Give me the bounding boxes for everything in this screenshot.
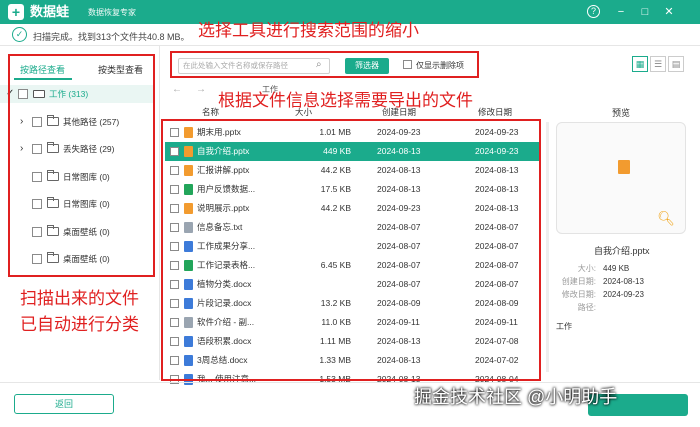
detail-view-icon[interactable]: ▤ — [668, 56, 684, 72]
meta-value: 2024-08-13 — [603, 277, 644, 286]
back-button[interactable]: 返回 — [14, 394, 114, 414]
annotation-left-note-2: 已自动进行分类 — [20, 315, 139, 334]
close-button[interactable]: ✕ — [660, 3, 678, 21]
list-view-icon[interactable]: ☰ — [650, 56, 666, 72]
zoom-icon[interactable]: 🔍︎ — [657, 210, 675, 227]
help-icon[interactable]: ? — [587, 5, 600, 18]
meta-value: 449 KB — [603, 264, 630, 273]
meta-key: 修改日期: — [561, 290, 596, 299]
column-modified[interactable]: 修改日期 — [478, 106, 512, 118]
preview-path-value: 工作 — [556, 322, 572, 331]
annotation-box-list — [161, 119, 541, 381]
check-circle-icon: ✓ — [12, 27, 27, 42]
preview-meta-row: 修改日期: 2024-09-23 — [556, 289, 686, 301]
preview-meta-row: 大小: 449 KB — [556, 263, 686, 275]
preview-filename: 自我介绍.pptx — [594, 246, 650, 256]
pptx-file-icon — [618, 160, 630, 174]
meta-value: 2024-09-23 — [603, 290, 644, 299]
annotation-list-note: 根据文件信息选择需要导出的文件 — [218, 91, 473, 110]
app-name: 数据蛙 — [30, 4, 70, 19]
preview-meta-row: 创建日期: 2024-08-13 — [556, 276, 686, 288]
annotation-left-note-1: 扫描出来的文件 — [20, 289, 139, 308]
maximize-button[interactable]: □ — [636, 3, 654, 21]
list-scrollbar[interactable] — [546, 122, 549, 372]
preview-title: 预览 — [612, 108, 631, 118]
minimize-button[interactable]: − — [612, 3, 630, 21]
forward-arrow-icon[interactable]: → — [196, 84, 206, 95]
preview-card: 🔍︎ — [556, 122, 686, 234]
back-arrow-icon[interactable]: ← — [172, 84, 182, 95]
meta-key: 创建日期: — [561, 277, 596, 286]
footer-divider — [0, 382, 700, 383]
app-subtitle: 数据恢复专家 — [88, 8, 136, 17]
annotation-toolbar-note: 选择工具进行搜索范围的缩小 — [198, 21, 419, 40]
scan-status-text: 扫描完成。找到313个文件共40.8 MB。 — [33, 32, 190, 42]
annotation-box-toolbar — [170, 51, 479, 78]
meta-key: 大小: — [577, 264, 596, 273]
column-name[interactable]: 名称 — [202, 106, 219, 118]
watermark: 掘金技术社区 @小明助手 — [414, 387, 618, 407]
app-logo-icon: + — [8, 4, 24, 20]
preview-meta-row: 路径: — [556, 302, 686, 314]
meta-key: 路径: — [577, 303, 596, 312]
grid-view-icon[interactable]: ▦ — [632, 56, 648, 72]
annotation-box-tree — [8, 54, 155, 277]
